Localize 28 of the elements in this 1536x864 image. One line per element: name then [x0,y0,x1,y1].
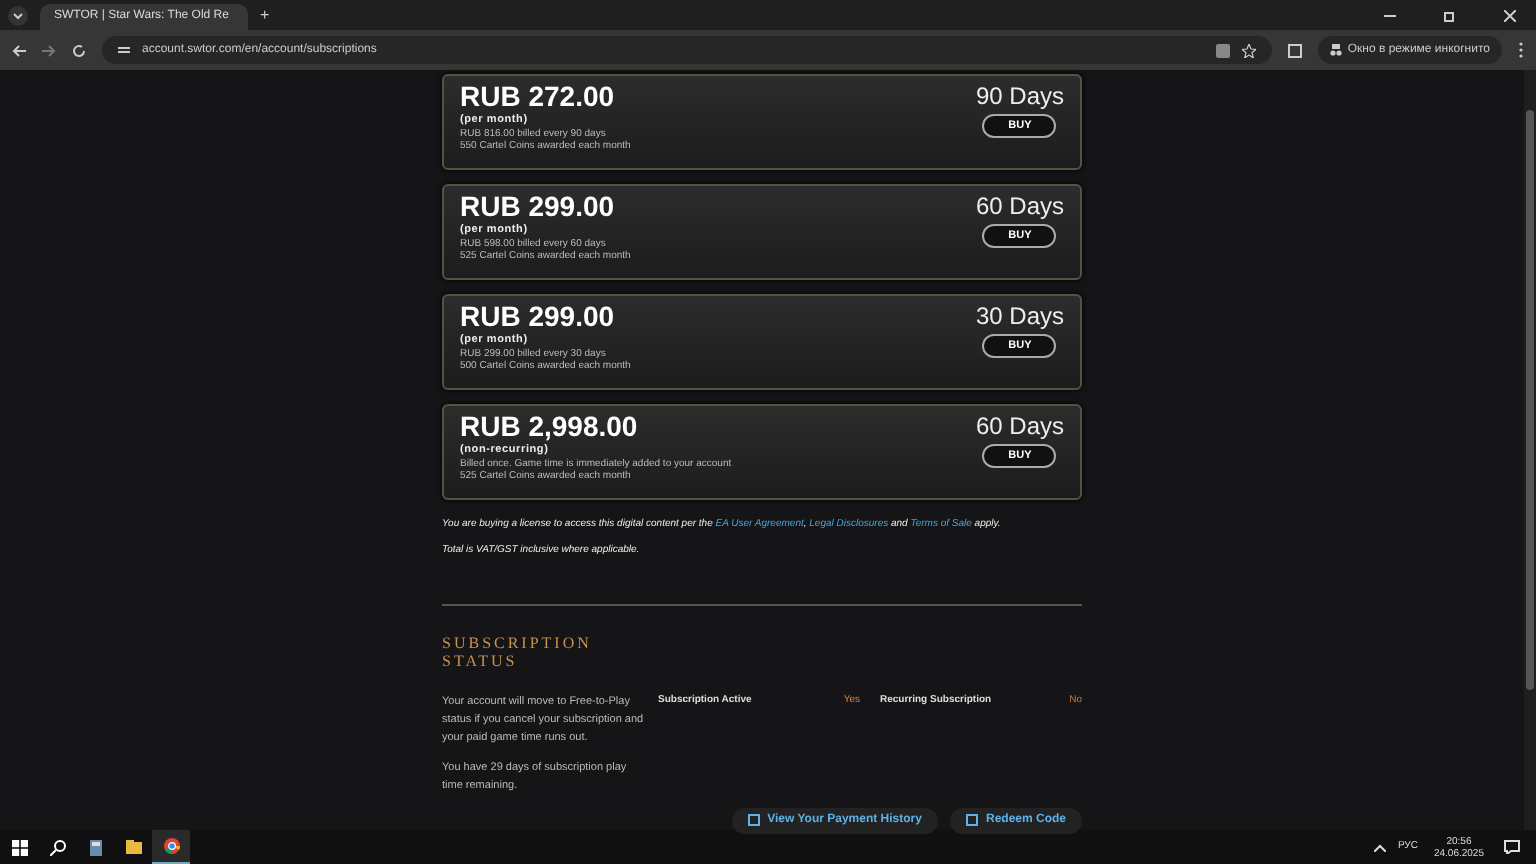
search-icon[interactable] [49,839,65,855]
plan-duration: 30 Days [975,302,1064,330]
minimize-icon[interactable] [1384,9,1396,21]
incognito-icon [1329,44,1342,56]
folder-icon[interactable] [125,840,141,854]
plan-price: RUB 272.00 [460,82,617,112]
restore-icon[interactable] [1444,9,1456,21]
plan-price: RUB 299.00 [460,302,617,332]
plan-price: RUB 2,998.00 [460,412,640,442]
menu-icon[interactable] [1518,42,1524,58]
section-heading: SUBSCRIPTION STATUS [442,633,594,669]
plan-duration: 90 Days [975,82,1064,110]
site-settings-icon[interactable] [118,44,130,56]
calculator-icon[interactable] [89,839,101,855]
chevron-up-icon[interactable] [1373,843,1386,851]
plan-duration: 60 Days [975,192,1064,220]
windows-start-icon[interactable] [11,839,27,855]
notification-icon[interactable] [1504,840,1520,854]
close-icon[interactable] [1504,9,1516,21]
back-icon[interactable] [12,43,26,57]
star-icon[interactable] [1241,43,1256,57]
new-tab-button[interactable]: + [260,3,270,27]
plan-price: RUB 299.00 [460,192,617,222]
forward-icon[interactable] [42,43,56,57]
chrome-icon[interactable] [163,838,179,854]
tab-search-icon[interactable] [8,5,28,25]
reload-icon[interactable] [72,43,86,57]
plan-duration: 60 Days [975,412,1064,440]
